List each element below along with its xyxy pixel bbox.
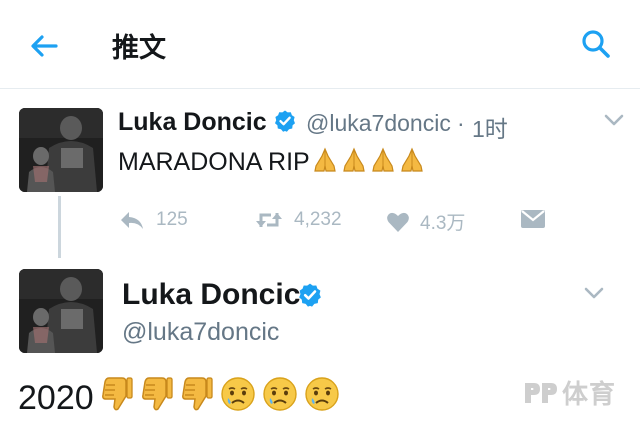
crying-face-emoji — [304, 376, 340, 421]
tweet-text-content: MARADONA RIP — [118, 148, 310, 176]
author-name[interactable]: Luka Doncic — [118, 108, 267, 137]
separator-dot: · — [457, 110, 465, 136]
avatar[interactable] — [19, 108, 103, 192]
author-handle[interactable]: @luka7doncic — [306, 110, 451, 137]
tweet-detail-screen: 推文 Luka Doncic @luka7doncic · 1时 MARADON… — [0, 0, 640, 425]
folded-hands-emoji — [398, 146, 426, 181]
top-bar: 推文 — [0, 0, 640, 89]
tweet-timestamp[interactable]: 1时 — [472, 110, 508, 144]
author-name[interactable]: Luka Doncic — [122, 278, 300, 312]
reply-count: 125 — [156, 209, 188, 230]
envelope-icon — [521, 210, 545, 228]
retweet-button[interactable]: 4,232 — [254, 208, 342, 232]
like-count: 4.3万 — [420, 213, 466, 234]
like-button[interactable]: 4.3万 — [386, 208, 465, 235]
back-arrow-icon[interactable] — [26, 28, 62, 64]
thumbs-down-emoji — [180, 376, 214, 421]
tweet-text: MARADONA RIP — [118, 146, 426, 181]
watermark-logo — [525, 383, 557, 403]
thumbs-down-emoji — [140, 376, 174, 421]
reply-icon — [121, 212, 143, 229]
tweet-text-content: 2020 — [18, 378, 94, 417]
watermark-text: 体育 — [562, 380, 617, 410]
tweet-text: 2020 — [18, 376, 340, 420]
crying-face-emoji — [220, 376, 256, 421]
thumbs-down-emoji — [100, 376, 134, 421]
author-handle[interactable]: @luka7doncic — [122, 318, 279, 347]
folded-hands-emoji — [311, 146, 339, 181]
search-icon[interactable] — [578, 26, 614, 62]
chevron-down-icon[interactable] — [603, 112, 625, 133]
direct-message-button[interactable] — [520, 208, 546, 230]
verified-badge-icon — [297, 282, 323, 313]
chevron-down-icon[interactable] — [583, 285, 605, 306]
folded-hands-emoji — [340, 146, 368, 181]
avatar[interactable] — [19, 269, 103, 353]
verified-badge-icon — [273, 109, 297, 138]
crying-face-emoji — [262, 376, 298, 421]
retweet-icon — [256, 213, 282, 227]
retweet-count: 4,232 — [294, 209, 342, 230]
page-title: 推文 — [112, 33, 166, 64]
folded-hands-emoji — [369, 146, 397, 181]
tweet-actions: 125 4,232 4.3万 — [0, 208, 640, 240]
reply-button[interactable]: 125 — [118, 208, 188, 232]
heart-icon — [387, 212, 409, 232]
watermark: 体育 — [522, 374, 616, 411]
